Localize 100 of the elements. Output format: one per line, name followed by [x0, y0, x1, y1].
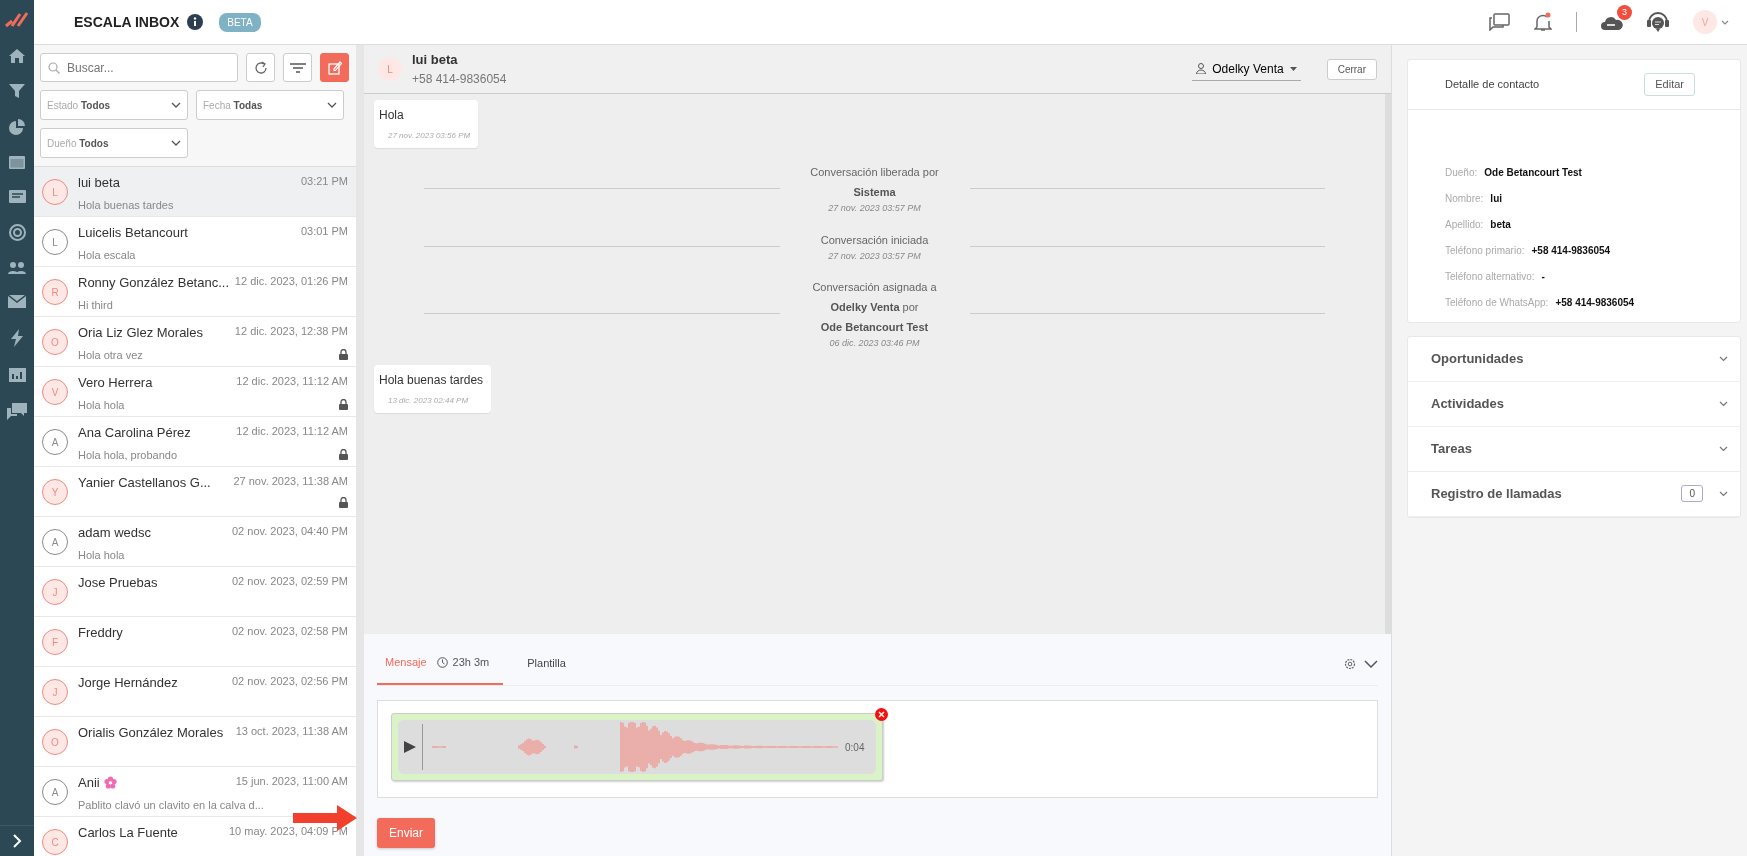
conversation-item[interactable]: R Ronny González Betanc... 12 dic. 2023, 01:26 PM Hi third	[34, 267, 356, 317]
cloud-link-icon[interactable]	[1601, 15, 1623, 30]
filter-dropdown[interactable]: Dueño Todos	[40, 128, 188, 158]
filter-icon[interactable]	[9, 84, 25, 98]
event-time: 06 dic. 2023 03:46 PM	[828, 337, 921, 350]
conversation-item[interactable]: J Jose Pruebas 02 nov. 2023, 02:59 PM	[34, 567, 356, 617]
field-value: beta	[1490, 217, 1511, 232]
event-text: Conversación liberada por	[809, 165, 940, 180]
person-icon	[1196, 63, 1207, 74]
chevron-down-icon	[1719, 490, 1728, 497]
conversation-item[interactable]: J Jorge Hernández 02 nov. 2023, 02:56 PM	[34, 667, 356, 717]
expand-chevron-icon[interactable]	[12, 834, 22, 848]
close-conversation-button[interactable]: Cerrar	[1326, 58, 1377, 80]
home-icon[interactable]	[9, 49, 25, 63]
message-preview: Hola hola	[78, 397, 125, 413]
conversation-item[interactable]: L lui beta 03:21 PM Hola buenas tardes	[34, 167, 356, 217]
collapse-chevron-icon[interactable]	[1364, 659, 1378, 668]
message-time: 02 nov. 2023, 04:40 PM	[232, 524, 348, 539]
section-header[interactable]: Tareas	[1408, 426, 1740, 472]
chevron-down-icon	[1719, 400, 1728, 407]
app-title: ESCALA INBOX	[74, 12, 180, 32]
conversation-item[interactable]: O Oria Liz Glez Morales 12 dic. 2023, 12:38 PM Hola otra vez	[34, 317, 356, 367]
message-card-icon[interactable]	[8, 190, 26, 203]
conversation-item[interactable]: Y Yanier Castellanos G... 27 nov. 2023, 11:38 AM	[34, 467, 356, 517]
section-header[interactable]: Registro de llamadas 0	[1408, 471, 1740, 517]
section-header[interactable]: Oportunidades	[1408, 336, 1740, 382]
filter-dropdown[interactable]: Estado Todos	[40, 90, 188, 120]
composer-tab[interactable]: Mensaje 23h 3m	[377, 641, 504, 686]
message-preview: Hola otra vez	[78, 347, 143, 363]
contact-avatar: O	[42, 329, 68, 355]
contact-name: Ronny González Betanc...	[78, 274, 230, 292]
contact-avatar: J	[42, 579, 68, 605]
mail-icon[interactable]	[8, 295, 26, 308]
pie-chart-icon[interactable]	[9, 119, 25, 135]
support-agent-icon[interactable]	[1647, 12, 1669, 32]
event-text: Conversación asignada a	[811, 280, 938, 295]
assignee-dropdown[interactable]: Odelky Venta	[1192, 57, 1301, 81]
contact-avatar: L	[42, 179, 68, 205]
conversation-item[interactable]: A adam wedsc 02 nov. 2023, 04:40 PM Hola hola	[34, 517, 356, 567]
contact-name: adam wedsc	[78, 524, 151, 542]
message-preview: Hola escala	[78, 247, 136, 263]
sort-button[interactable]	[283, 53, 312, 82]
caret-icon[interactable]	[1721, 19, 1729, 25]
message-preview: Hola hola	[78, 547, 125, 563]
bar-chart-icon[interactable]	[8, 368, 26, 382]
message-time: 13 dic. 2023 02:44 PM	[387, 394, 470, 407]
field-value: +58 414-9836054	[1531, 243, 1611, 258]
message-time: 27 nov. 2023, 11:38 AM	[233, 474, 348, 489]
contact-name: Jose Pruebas	[78, 574, 158, 592]
edit-button[interactable]: Editar	[1644, 73, 1695, 96]
chevron-down-icon	[171, 140, 181, 146]
contact-name: Anii	[78, 774, 100, 792]
field-value: lui	[1490, 191, 1503, 206]
message-input-box[interactable]: 0:04	[377, 700, 1378, 798]
conversation-item[interactable]: V Vero Herrera 12 dic. 2023, 11:12 AM Hola hola	[34, 367, 356, 417]
settings-icon[interactable]	[1344, 657, 1356, 670]
notifications-icon[interactable]	[1534, 12, 1552, 32]
chat-bubbles-icon[interactable]	[7, 403, 27, 420]
chevron-down-icon	[1719, 355, 1728, 362]
contact-avatar: J	[42, 679, 68, 705]
field-label: Teléfono de WhatsApp:	[1445, 295, 1549, 310]
message-text: Hola buenas tardes	[379, 371, 484, 389]
play-icon[interactable]	[404, 741, 416, 753]
field-label: Teléfono primario:	[1445, 243, 1525, 258]
compose-button[interactable]	[320, 53, 349, 82]
refresh-button[interactable]	[246, 53, 275, 82]
refresh-icon	[253, 60, 268, 75]
event-text: Odelky Venta por	[829, 300, 920, 315]
users-icon[interactable]	[8, 262, 26, 274]
message-preview: Pablito clavó un clavito en la calva d...	[78, 797, 264, 813]
contact-avatar: R	[42, 279, 68, 305]
chevron-down-icon	[1719, 445, 1728, 452]
message-time: 12 dic. 2023, 11:12 AM	[236, 424, 348, 439]
search-field[interactable]: Buscar...	[40, 53, 238, 82]
conversation-item[interactable]: A Ana Carolina Pérez 12 dic. 2023, 11:12 AM Hola hola, probando	[34, 417, 356, 467]
sort-lines-icon	[289, 62, 306, 73]
chat-icon[interactable]	[1489, 13, 1510, 31]
message-preview: Hola buenas tardes	[78, 197, 174, 213]
target-icon[interactable]	[8, 224, 26, 241]
composer-tab[interactable]: Plantilla	[519, 642, 580, 685]
conversation-item[interactable]: L Luicelis Betancourt 03:01 PM Hola escala	[34, 217, 356, 267]
edit-icon	[327, 60, 342, 75]
filter-dropdown[interactable]: Fecha Todas	[196, 90, 344, 120]
message-time: 02 nov. 2023, 02:58 PM	[232, 624, 348, 639]
contact-name: Yanier Castellanos G...	[78, 474, 211, 492]
conversation-item[interactable]: O Orialis González Morales 13 oct. 2023, 11:38 AM	[34, 717, 356, 767]
bolt-icon[interactable]	[11, 329, 23, 347]
message-preview: Hola hola, probando	[78, 447, 178, 463]
field-value: +58 414-9836054	[1555, 295, 1635, 310]
search-icon	[48, 62, 60, 74]
message-time: 02 nov. 2023, 02:56 PM	[232, 674, 348, 689]
conversation-item[interactable]: F Freddry 02 nov. 2023, 02:58 PM	[34, 617, 356, 667]
contact-avatar: C	[42, 829, 68, 855]
remove-icon[interactable]	[875, 708, 888, 721]
field-label: Teléfono alternativo:	[1445, 269, 1535, 284]
section-header[interactable]: Actividades	[1408, 381, 1740, 427]
logo-icon	[5, 12, 29, 28]
contact-name: Oria Liz Glez Morales	[78, 324, 203, 342]
message-time: 03:01 PM	[300, 224, 348, 239]
contact-avatar: A	[42, 429, 68, 455]
